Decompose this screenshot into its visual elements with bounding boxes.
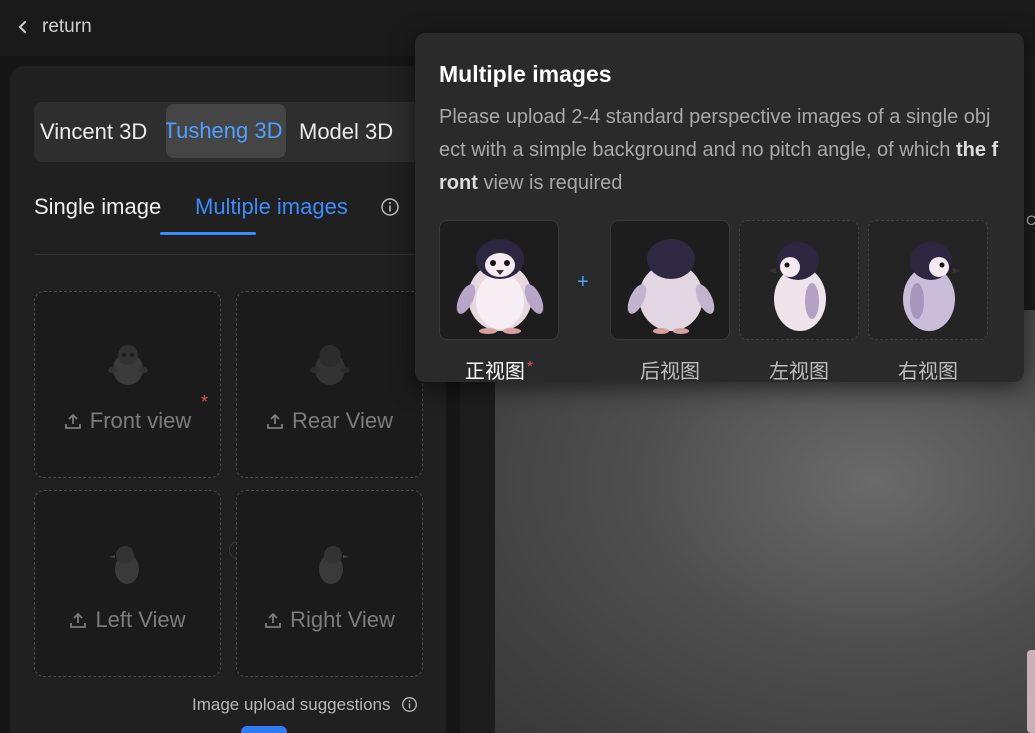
upload-icon bbox=[64, 413, 81, 429]
upload-icon bbox=[267, 413, 283, 429]
slot-label-front: Front view bbox=[35, 408, 220, 434]
penguin-right-image bbox=[903, 242, 961, 331]
sample-label-left: 左视图 bbox=[769, 361, 829, 383]
return-label: return bbox=[42, 16, 92, 37]
tab-multiple-images[interactable]: Multiple images bbox=[195, 194, 348, 220]
return-button[interactable]: return bbox=[16, 14, 92, 40]
divider bbox=[34, 254, 424, 255]
generation-panel: Vincent 3D Tusheng 3D Model 3D Single im… bbox=[10, 66, 446, 733]
sample-right-view bbox=[868, 220, 988, 340]
slot-label-left: Left View bbox=[35, 607, 220, 633]
plus-sign: + bbox=[577, 271, 589, 293]
clipped-text: C bbox=[1026, 212, 1035, 228]
upload-suggestions-label: Image upload suggestions bbox=[192, 695, 391, 714]
sample-label-right: 右视图 bbox=[898, 361, 958, 383]
tooltip-title: Multiple images bbox=[439, 61, 612, 87]
sample-left-view bbox=[739, 220, 859, 340]
model-preview-object bbox=[1027, 650, 1035, 733]
upload-slot-front[interactable]: Front view * bbox=[34, 291, 221, 478]
upload-slot-rear[interactable]: Rear View bbox=[236, 291, 423, 478]
slot-label-right: Right View bbox=[237, 607, 422, 633]
tab-vincent-3d[interactable]: Vincent 3D bbox=[40, 102, 147, 162]
tab-tusheng-3d[interactable]: Tusheng 3D bbox=[166, 104, 286, 158]
penguin-rear-image bbox=[627, 239, 715, 334]
tooltip-description: Please upload 2-4 standard perspective i… bbox=[439, 106, 999, 194]
required-mark: * bbox=[201, 392, 209, 412]
mode-switch: Vincent 3D Tusheng 3D Model 3D bbox=[34, 102, 434, 162]
generate-button[interactable] bbox=[241, 726, 287, 733]
upload-icon bbox=[70, 612, 87, 628]
active-tab-indicator bbox=[160, 232, 256, 235]
penguin-left-image bbox=[768, 242, 826, 331]
upload-suggestions-link[interactable]: Image upload suggestions bbox=[192, 695, 418, 715]
upload-slot-left[interactable]: Left View bbox=[34, 490, 221, 677]
penguin-right-icon bbox=[319, 546, 349, 584]
penguin-left-icon bbox=[109, 546, 139, 584]
tab-single-image[interactable]: Single image bbox=[34, 194, 161, 220]
penguin-front-image bbox=[456, 239, 544, 334]
multiple-images-tooltip: Multiple images Please upload 2-4 standa… bbox=[415, 33, 1024, 383]
upload-icon bbox=[265, 612, 282, 628]
info-icon[interactable] bbox=[380, 197, 400, 217]
slot-label-rear: Rear View bbox=[237, 408, 422, 434]
penguin-rear-icon bbox=[310, 345, 350, 385]
sample-front-view bbox=[439, 220, 559, 340]
sample-label-rear: 后视图 bbox=[640, 361, 700, 383]
penguin-front-icon bbox=[108, 345, 148, 385]
info-icon bbox=[402, 697, 418, 712]
sample-label-front: 正视图 * bbox=[464, 359, 534, 383]
sample-rear-view bbox=[610, 220, 730, 340]
chevron-left-icon bbox=[18, 21, 26, 33]
required-mark: * bbox=[526, 359, 534, 376]
tab-model-3d[interactable]: Model 3D bbox=[299, 102, 393, 162]
upload-slot-right[interactable]: Right View bbox=[236, 490, 423, 677]
